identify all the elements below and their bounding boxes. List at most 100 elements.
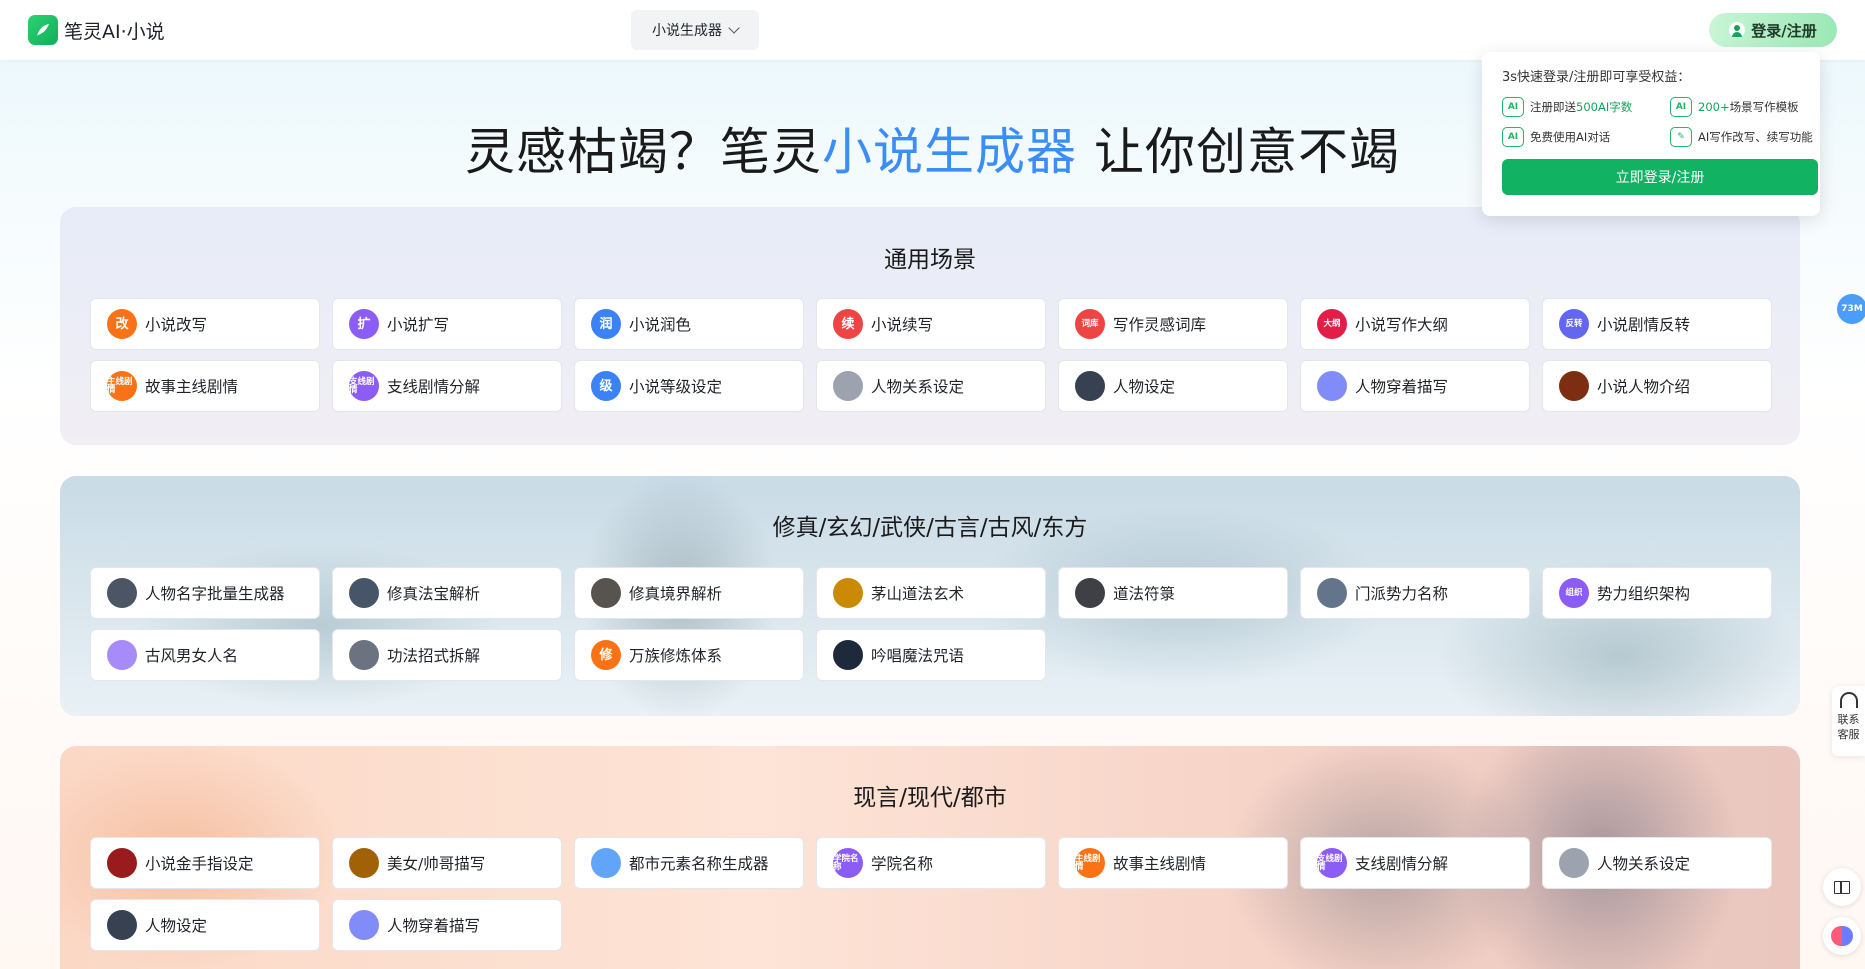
- tool-card[interactable]: 美女/帅哥描写: [332, 837, 562, 889]
- tool-select-dropdown[interactable]: 小说生成器: [631, 10, 759, 50]
- tool-card[interactable]: 古风男女人名: [90, 629, 320, 681]
- tool-card-label: 小说润色: [629, 316, 692, 334]
- tool-card-label: 学院名称: [871, 855, 934, 873]
- tool-icon: [107, 848, 137, 878]
- tool-card[interactable]: 修真法宝解析: [332, 567, 562, 619]
- book-button[interactable]: [1823, 868, 1861, 906]
- section-title: 修真/玄幻/武侠/古言/古风/东方: [772, 515, 1088, 541]
- login-register-button[interactable]: 登录/注册: [1709, 13, 1837, 47]
- tool-card-label: 势力组织架构: [1597, 585, 1691, 603]
- tool-card[interactable]: 人物名字批量生成器: [90, 567, 320, 619]
- logo[interactable]: 笔灵AI·小说: [28, 15, 165, 45]
- perk-text: AI写作改写、续写功能: [1698, 130, 1813, 144]
- brain-button[interactable]: [1823, 917, 1861, 955]
- tool-card-label: 小说金手指设定: [145, 855, 254, 873]
- tool-icon: 大纲: [1317, 309, 1347, 339]
- tool-icon: [349, 910, 379, 940]
- tool-icon: 学院名称: [833, 848, 863, 878]
- tool-card[interactable]: 组织 势力组织架构: [1542, 567, 1772, 619]
- hero-accent: 小说生成器: [822, 123, 1078, 181]
- perk-text: 场景写作模板: [1729, 100, 1799, 114]
- tool-card[interactable]: 人物关系设定: [1542, 837, 1772, 889]
- tool-card[interactable]: 道法符箓: [1058, 567, 1288, 619]
- tool-icon: [1075, 578, 1105, 608]
- tool-icon: [349, 848, 379, 878]
- tool-icon: 扩: [349, 309, 379, 339]
- tool-card[interactable]: 修真境界解析: [574, 567, 804, 619]
- customer-service-label: 联系客服: [1837, 713, 1860, 741]
- tool-card-label: 支线剧情分解: [387, 378, 481, 396]
- tool-card[interactable]: 级小说等级设定: [574, 360, 804, 412]
- perk-list: AI 注册即送500AI字数 AI 200+场景写作模板 AI 免费使用AI对话…: [1502, 97, 1813, 147]
- customer-service-button[interactable]: 联系客服: [1832, 686, 1865, 756]
- login-benefits-popup: 3s快速登录/注册即可享受权益： AI 注册即送500AI字数 AI 200+场…: [1482, 52, 1820, 216]
- tool-card-label: 都市元素名称生成器: [629, 855, 769, 873]
- tool-card[interactable]: 茅山道法玄术: [816, 567, 1046, 619]
- tool-card[interactable]: 人物穿着描写: [332, 899, 562, 951]
- perk-text: 注册即送: [1530, 100, 1576, 114]
- tool-icon: [107, 910, 137, 940]
- book-icon: [1834, 880, 1850, 894]
- tool-card[interactable]: 人物关系设定: [816, 360, 1046, 412]
- tool-card[interactable]: 都市元素名称生成器: [574, 837, 804, 889]
- tool-card-label: 人物名字批量生成器: [145, 585, 285, 603]
- logo-text: 笔灵AI·小说: [64, 20, 165, 43]
- tool-card[interactable]: 功法招式拆解: [332, 629, 562, 681]
- tool-card[interactable]: 修万族修炼体系: [574, 629, 804, 681]
- tool-card-label: 古风男女人名: [145, 647, 239, 665]
- quill-icon: [28, 15, 58, 45]
- tool-card[interactable]: 改小说改写: [90, 298, 320, 350]
- tool-card-label: 小说续写: [871, 316, 934, 334]
- perk-item: AI 200+场景写作模板: [1670, 97, 1820, 117]
- section-title: 通用场景: [884, 247, 976, 273]
- tool-card[interactable]: 续小说续写: [816, 298, 1046, 350]
- tool-card[interactable]: 反转 小说剧情反转: [1542, 298, 1772, 350]
- hero-text-1: 灵感枯竭？笔灵: [465, 123, 823, 181]
- tool-icon: [833, 371, 863, 401]
- top-navbar: 笔灵AI·小说 小说生成器 登录/注册: [0, 0, 1865, 60]
- tool-card-label: 人物穿着描写: [1355, 378, 1449, 396]
- tool-icon: [591, 578, 621, 608]
- tool-card[interactable]: 人物设定: [1058, 360, 1288, 412]
- tool-card[interactable]: 吟唱魔法咒语: [816, 629, 1046, 681]
- chevron-down-icon: [728, 22, 740, 34]
- tool-icon: [1317, 578, 1347, 608]
- tool-card-label: 人物设定: [145, 917, 208, 935]
- tool-card[interactable]: 支线剧情 支线剧情分解: [332, 360, 562, 412]
- tool-card[interactable]: 学院名称 学院名称: [816, 837, 1046, 889]
- tool-grid: 改小说改写扩小说扩写润小说润色续小说续写 词库 写作灵感词库 大纲 小说写作大纲 反转 小说…: [90, 298, 1772, 412]
- tool-icon: 续: [833, 309, 863, 339]
- tool-icon: 组织: [1559, 578, 1589, 608]
- tool-icon: 支线剧情: [1317, 848, 1347, 878]
- tool-icon: [833, 640, 863, 670]
- tool-card[interactable]: 人物穿着描写: [1300, 360, 1530, 412]
- tool-card[interactable]: 扩小说扩写: [332, 298, 562, 350]
- user-icon: [1729, 22, 1746, 38]
- tool-card-label: 茅山道法玄术: [871, 585, 965, 603]
- tool-card[interactable]: 主线剧情 故事主线剧情: [1058, 837, 1288, 889]
- brain-icon: [1831, 926, 1853, 946]
- tool-card[interactable]: 人物设定: [90, 899, 320, 951]
- tool-icon: 词库: [1075, 309, 1105, 339]
- tool-card[interactable]: 主线剧情 故事主线剧情: [90, 360, 320, 412]
- headset-icon: [1839, 692, 1858, 708]
- tool-icon: 修: [591, 640, 621, 670]
- perk-highlight: 500AI字数: [1576, 100, 1633, 114]
- tool-grid: 人物名字批量生成器 修真法宝解析 修真境界解析 茅山道法玄术 道法符箓 门派势力名称 组织势…: [90, 567, 1772, 681]
- tool-card[interactable]: 词库 写作灵感词库: [1058, 298, 1288, 350]
- tool-card-label: 写作灵感词库: [1113, 316, 1207, 334]
- tool-card-label: 吟唱魔法咒语: [871, 647, 965, 665]
- tool-card[interactable]: 支线剧情 支线剧情分解: [1300, 837, 1530, 889]
- tool-icon: [107, 578, 137, 608]
- tool-card[interactable]: 润小说润色: [574, 298, 804, 350]
- tool-icon: 主线剧情: [1075, 848, 1105, 878]
- tool-card[interactable]: 小说金手指设定: [90, 837, 320, 889]
- memory-badge[interactable]: 73M: [1837, 294, 1865, 324]
- login-now-button[interactable]: 立即登录/注册: [1502, 159, 1818, 195]
- tool-card[interactable]: 小说人物介绍: [1542, 360, 1772, 412]
- tool-card[interactable]: 门派势力名称: [1300, 567, 1530, 619]
- tool-card[interactable]: 大纲 小说写作大纲: [1300, 298, 1530, 350]
- ai-words-icon: AI: [1502, 97, 1524, 117]
- pen-icon: ✎: [1670, 127, 1692, 147]
- tool-card-label: 小说写作大纲: [1355, 316, 1449, 334]
